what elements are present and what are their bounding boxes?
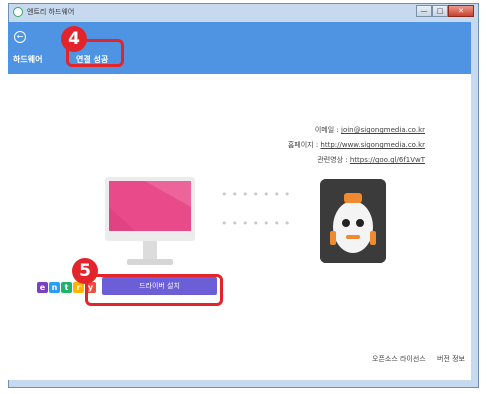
homepage-label: 홈페이지 :	[287, 141, 321, 149]
breadcrumb-hardware: 하드웨어	[13, 55, 43, 64]
robot-image	[320, 179, 386, 263]
video-link[interactable]: https://goo.gl/6f1VwT	[350, 156, 425, 164]
main-content: 이메일 : join@sigongmedia.co.kr 홈페이지 : http…	[8, 74, 471, 380]
email-label: 이메일 :	[314, 126, 341, 134]
title-bar: 엔트리 하드웨어 — □ ✕	[9, 4, 478, 22]
connection-dots-top: •••••••	[221, 188, 295, 201]
back-arrow-icon[interactable]: ←	[14, 31, 26, 43]
maximize-button[interactable]: □	[432, 5, 448, 17]
logo-letter-t: t	[61, 282, 72, 293]
homepage-link[interactable]: http://www.sigongmedia.co.kr	[320, 141, 425, 149]
video-label: 관련영상 :	[317, 156, 350, 164]
computer-icon	[105, 177, 195, 265]
minimize-button[interactable]: —	[416, 5, 432, 17]
connection-dots-bottom: •••••••	[221, 217, 295, 230]
step-4-badge: 4	[61, 26, 87, 52]
version-info-link[interactable]: 버전 정보	[437, 354, 465, 364]
email-row: 이메일 : join@sigongmedia.co.kr	[288, 123, 425, 138]
robot-icon	[320, 179, 386, 263]
email-link[interactable]: join@sigongmedia.co.kr	[341, 126, 425, 134]
step-5-badge: 5	[72, 258, 98, 284]
homepage-row: 홈페이지 : http://www.sigongmedia.co.kr	[288, 138, 425, 153]
window-controls: — □ ✕	[416, 5, 474, 17]
logo-letter-n: n	[49, 282, 60, 293]
window-title: 엔트리 하드웨어	[27, 8, 75, 16]
open-source-license-link[interactable]: 오픈소스 라이선스	[372, 354, 426, 364]
video-row: 관련영상 : https://goo.gl/6f1VwT	[288, 153, 425, 168]
callout-frame-step-5	[85, 274, 223, 306]
logo-letter-e: e	[37, 282, 48, 293]
hardware-info: 이메일 : join@sigongmedia.co.kr 홈페이지 : http…	[288, 123, 425, 168]
close-button[interactable]: ✕	[448, 5, 474, 17]
app-icon	[13, 7, 23, 17]
